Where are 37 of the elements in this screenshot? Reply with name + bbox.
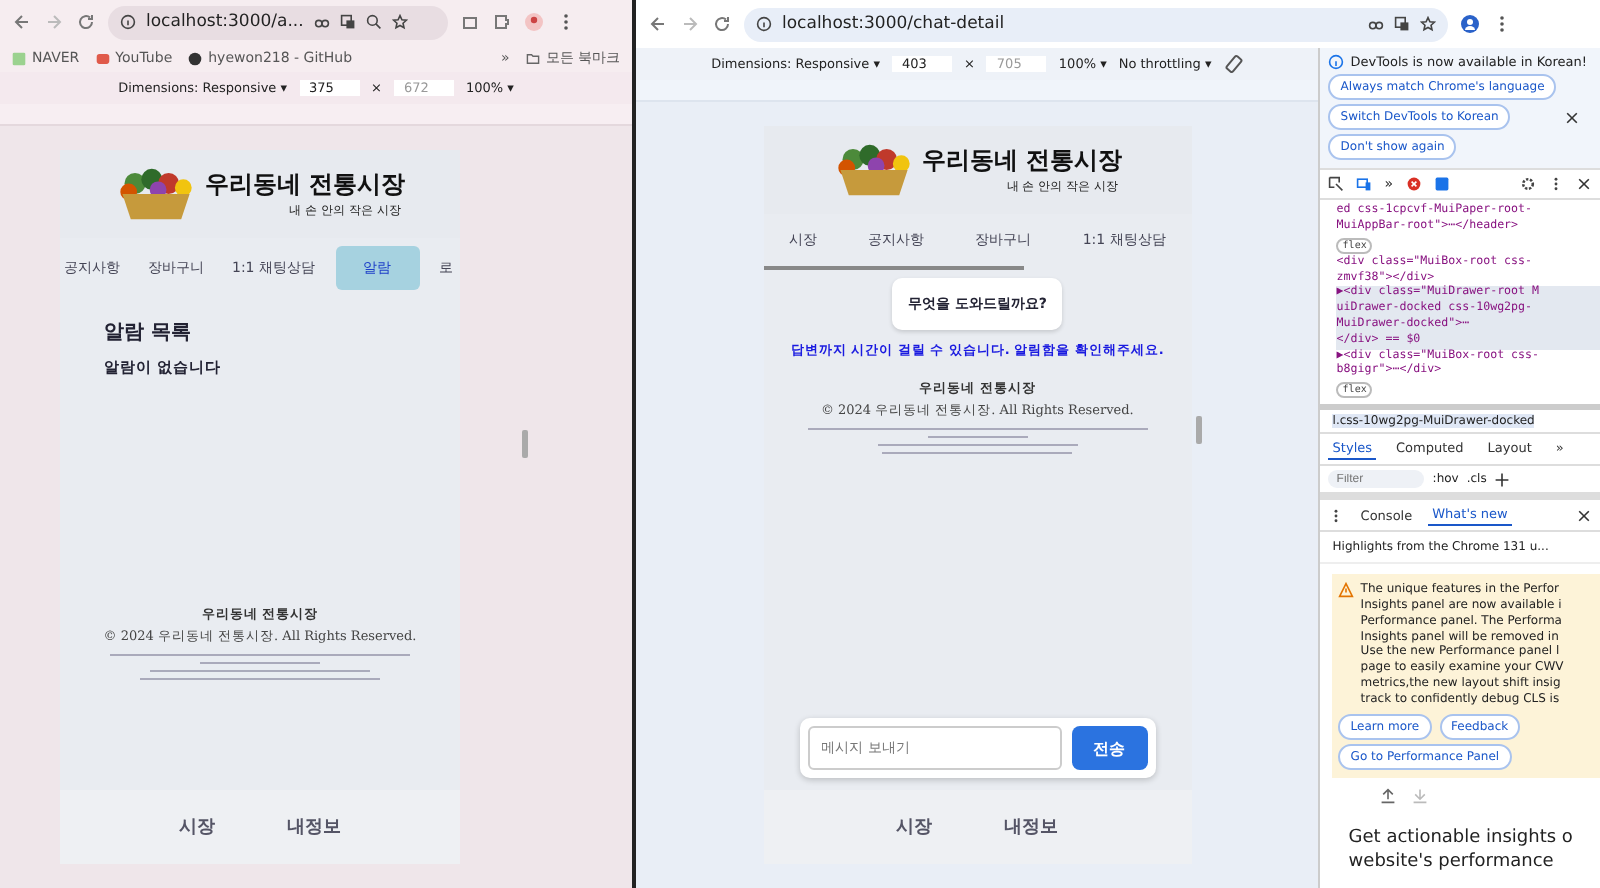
page-heading: 알람 목록 <box>104 320 193 346</box>
bottom-nav-item[interactable]: 시장 <box>179 814 215 840</box>
address-bar[interactable]: localhost:3000/chat-detail <box>744 7 1448 41</box>
logo-title: 우리동네 전통시장 <box>922 144 1123 178</box>
bookmark-favicon-icon <box>12 51 26 65</box>
avatar-icon[interactable] <box>524 12 544 32</box>
device-toggle-icon[interactable] <box>1356 176 1373 193</box>
reload-icon[interactable] <box>76 12 96 32</box>
puzzle-icon[interactable] <box>492 12 512 32</box>
back-icon[interactable] <box>12 12 32 32</box>
back-icon[interactable] <box>648 14 668 34</box>
rotate-icon[interactable] <box>1223 54 1244 74</box>
bottom-nav-item[interactable]: 내정보 <box>287 814 341 840</box>
bottom-nav-item[interactable]: 내정보 <box>1004 814 1059 840</box>
close-icon[interactable] <box>1576 507 1592 524</box>
plus-icon[interactable] <box>1494 471 1511 488</box>
bookmark-favicon-icon <box>188 51 203 65</box>
settings-icon[interactable] <box>1520 176 1536 193</box>
inspect-icon[interactable] <box>1328 176 1345 193</box>
logo-title: 우리동네 전통시장 <box>204 168 406 202</box>
send-button[interactable]: 전송 <box>1071 726 1148 770</box>
scrollbar-handle[interactable] <box>1196 416 1203 445</box>
error-icon[interactable] <box>1405 176 1422 193</box>
address-bar[interactable]: localhost:3000/a... <box>108 5 448 39</box>
promo-heading: Get actionable insights o website's performance <box>1346 825 1575 877</box>
bookmark-favicon-icon <box>95 51 110 65</box>
extension-icon[interactable] <box>460 12 480 32</box>
close-icon[interactable] <box>1576 176 1592 193</box>
warning-icon <box>1338 582 1355 599</box>
profile-icon[interactable] <box>1460 14 1480 34</box>
upload-icon[interactable] <box>1380 787 1397 803</box>
scrollbar-handle[interactable] <box>522 430 528 459</box>
folder-icon <box>525 51 540 65</box>
reload-icon[interactable] <box>712 14 732 34</box>
info-icon <box>1328 54 1345 70</box>
close-icon[interactable] <box>1564 109 1581 126</box>
bottom-nav-item[interactable]: 시장 <box>896 814 933 840</box>
